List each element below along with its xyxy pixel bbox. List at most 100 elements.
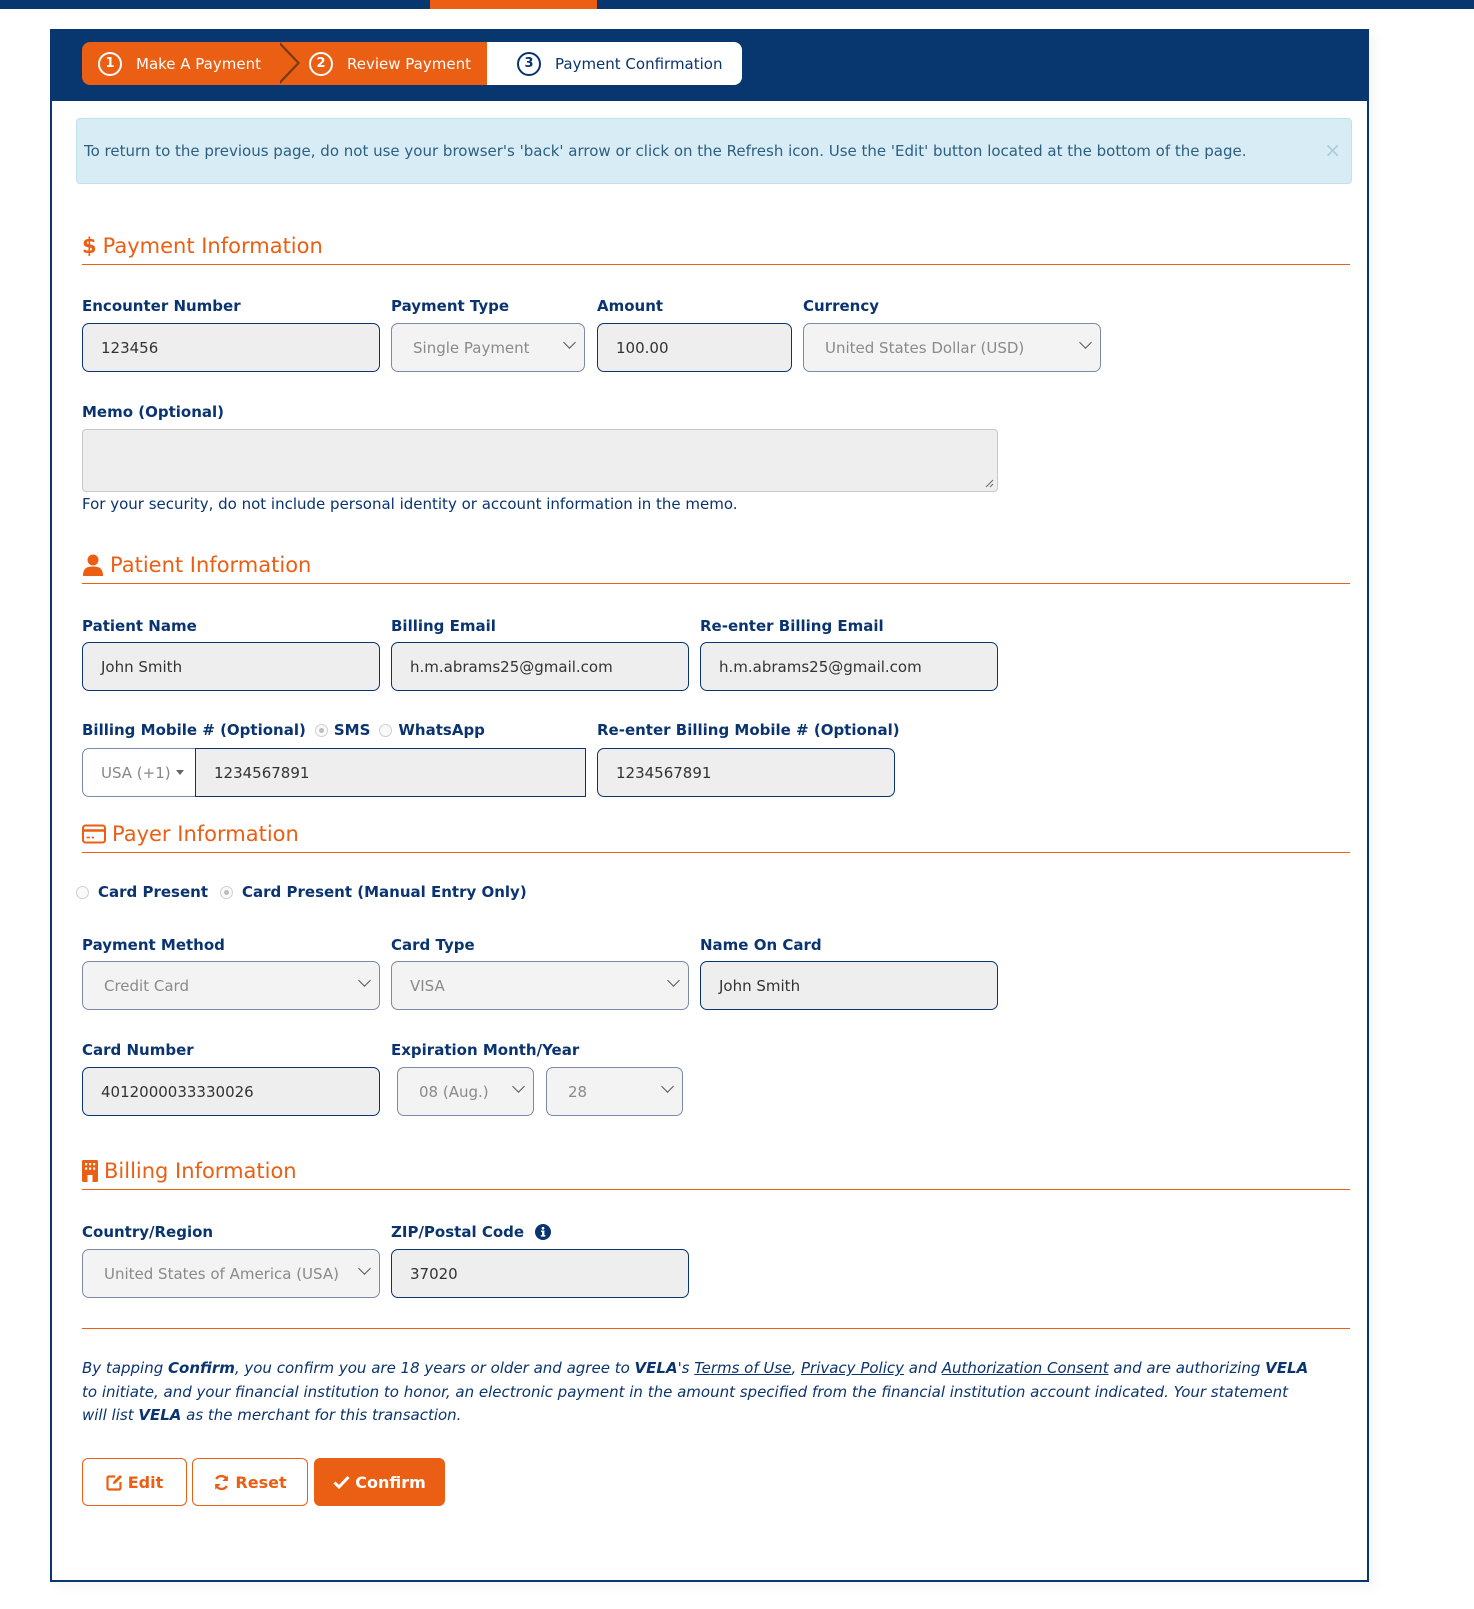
- card-present-radio[interactable]: [76, 885, 89, 899]
- reenter-email-input[interactable]: h.m.abrams25@gmail.com: [700, 642, 998, 691]
- step-make-payment: 1 Make A Payment: [82, 42, 300, 85]
- terms-confirm-word: Confirm: [168, 1359, 235, 1377]
- zip-value: 37020: [410, 1264, 458, 1283]
- country-code-value: USA (+1): [101, 763, 171, 782]
- card-type-select[interactable]: VISA: [391, 961, 689, 1010]
- step-label: Payment Confirmation: [555, 54, 723, 73]
- encounter-number-label: Encounter Number: [82, 297, 241, 315]
- resize-grip-icon[interactable]: [984, 478, 994, 488]
- card-present-manual-radio[interactable]: [220, 885, 234, 899]
- zip-label: ZIP/Postal Code: [391, 1223, 525, 1241]
- encounter-number-input[interactable]: 123456: [82, 323, 380, 372]
- step-number: 3: [517, 51, 541, 76]
- edit-button[interactable]: Edit: [82, 1458, 187, 1506]
- card-number-label: Card Number: [82, 1041, 194, 1059]
- expiration-year-select[interactable]: 28: [546, 1067, 683, 1116]
- whatsapp-radio[interactable]: [379, 723, 393, 737]
- billing-mobile-group: USA (+1) 1234567891: [82, 748, 586, 797]
- payment-method-label: Payment Method: [82, 936, 225, 954]
- terms-text-part: and are authorizing: [1108, 1359, 1266, 1377]
- alert-text: To return to the previous page, do not u…: [84, 142, 1247, 160]
- check-icon: [333, 1475, 350, 1489]
- reenter-email-label: Re-enter Billing Email: [700, 617, 884, 635]
- card-number-value: 4012000033330026: [101, 1082, 254, 1101]
- patient-name-label: Patient Name: [82, 617, 197, 635]
- memo-label: Memo (Optional): [82, 403, 225, 421]
- section-billing-information: Billing Information: [82, 1159, 1350, 1190]
- close-icon[interactable]: ×: [1324, 138, 1341, 162]
- country-code-dropdown[interactable]: USA (+1): [82, 748, 195, 797]
- section-title-text: Payment Information: [102, 234, 323, 258]
- name-on-card-label: Name On Card: [700, 936, 822, 954]
- step-label: Review Payment: [347, 54, 471, 73]
- terms-of-use-link[interactable]: Terms of Use: [694, 1359, 791, 1377]
- terms-text-part: as the merchant for this transaction.: [181, 1406, 462, 1424]
- chevron-down-icon: [661, 1080, 674, 1093]
- dollar-icon: $: [82, 234, 97, 258]
- chevron-down-icon: [563, 336, 576, 349]
- edit-button-label: Edit: [127, 1472, 164, 1492]
- section-title-text: Patient Information: [110, 553, 312, 577]
- reenter-mobile-input[interactable]: 1234567891: [597, 748, 895, 797]
- payment-type-label: Payment Type: [391, 297, 510, 315]
- user-icon: [82, 554, 104, 576]
- privacy-policy-link[interactable]: Privacy Policy: [801, 1359, 904, 1377]
- reset-button[interactable]: Reset: [192, 1458, 308, 1506]
- card-entry-options: Card Present Card Present (Manual Entry …: [76, 883, 527, 901]
- billing-email-input[interactable]: h.m.abrams25@gmail.com: [391, 642, 689, 691]
- country-value: United States of America (USA): [104, 1264, 339, 1283]
- country-select[interactable]: United States of America (USA): [82, 1249, 380, 1298]
- chevron-down-icon: [512, 1080, 525, 1093]
- caret-down-icon: [175, 770, 184, 775]
- edit-icon: [106, 1474, 123, 1491]
- confirm-button[interactable]: Confirm: [314, 1458, 445, 1506]
- terms-text-part: , you confirm you are 18 years or older …: [234, 1359, 635, 1377]
- zip-input[interactable]: 37020: [391, 1249, 689, 1298]
- payment-method-value: Credit Card: [104, 976, 189, 995]
- terms-merchant-name: VELA: [1265, 1359, 1309, 1377]
- sms-label: SMS: [333, 721, 371, 739]
- expiration-year-value: 28: [568, 1082, 588, 1101]
- info-circle-icon[interactable]: [535, 1224, 552, 1240]
- card-type-value: VISA: [410, 976, 445, 995]
- payment-type-select[interactable]: Single Payment: [391, 323, 585, 372]
- currency-select[interactable]: United States Dollar (USD): [803, 323, 1101, 372]
- name-on-card-input[interactable]: John Smith: [700, 961, 998, 1010]
- whatsapp-label: WhatsApp: [398, 721, 485, 739]
- authorization-consent-link[interactable]: Authorization Consent: [942, 1359, 1109, 1377]
- terms-merchant-name: VELA: [634, 1359, 678, 1377]
- step-review-payment: 2 Review Payment: [277, 42, 510, 85]
- billing-email-label: Billing Email: [391, 617, 496, 635]
- reset-button-label: Reset: [235, 1472, 287, 1492]
- card-type-label: Card Type: [391, 936, 475, 954]
- progress-stepper: 1 Make A Payment 2 Review Payment 3 Paym…: [82, 42, 742, 85]
- encounter-number-value: 123456: [101, 338, 159, 357]
- section-patient-information: Patient Information: [82, 553, 1350, 584]
- patient-name-input[interactable]: John Smith: [82, 642, 380, 691]
- country-label: Country/Region: [82, 1223, 214, 1241]
- terms-text-part: ,: [791, 1359, 801, 1377]
- payment-method-select[interactable]: Credit Card: [82, 961, 380, 1010]
- memo-textarea[interactable]: [82, 429, 998, 492]
- reenter-mobile-value: 1234567891: [616, 763, 712, 782]
- expiration-label: Expiration Month/Year: [391, 1041, 580, 1059]
- card-present-manual-label: Card Present (Manual Entry Only): [242, 883, 527, 901]
- section-title-text: Payer Information: [112, 822, 299, 846]
- chevron-down-icon: [1079, 336, 1092, 349]
- terms-text: By tapping Confirm, you confirm you are …: [82, 1357, 1312, 1428]
- step-payment-confirmation: 3 Payment Confirmation: [487, 42, 742, 85]
- currency-value: United States Dollar (USD): [825, 338, 1025, 357]
- card-number-input[interactable]: 4012000033330026: [82, 1067, 380, 1116]
- memo-help-text: For your security, do not include person…: [82, 495, 738, 513]
- sms-radio[interactable]: [314, 723, 328, 737]
- reenter-mobile-label: Re-enter Billing Mobile # (Optional): [597, 721, 900, 739]
- terms-text-part: 's: [677, 1359, 695, 1377]
- info-alert: To return to the previous page, do not u…: [76, 118, 1352, 184]
- section-payer-information: Payer Information: [82, 822, 1350, 853]
- expiration-month-select[interactable]: 08 (Aug.): [397, 1067, 534, 1116]
- billing-mobile-input[interactable]: 1234567891: [195, 748, 586, 797]
- step-number: 1: [98, 51, 122, 76]
- expiration-month-value: 08 (Aug.): [419, 1082, 489, 1101]
- amount-input[interactable]: 100.00: [597, 323, 792, 372]
- credit-card-icon: [82, 824, 106, 844]
